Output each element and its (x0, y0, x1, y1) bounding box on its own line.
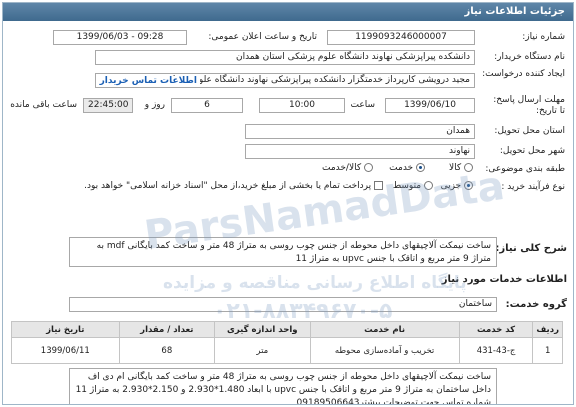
category-option-goods[interactable]: کالا (449, 163, 473, 173)
col-name: نام خدمت (309, 321, 460, 338)
table-row: 1 ج-43-431 تخریب و آماده‌سازی محوطه متر … (11, 337, 563, 364)
requester-label: ایجاد کننده درخواست: (482, 69, 565, 79)
col-unit: واحد اندازه گیری (214, 321, 311, 338)
col-qty: تعداد / مقدار (118, 321, 216, 338)
cell-qty: 68 (118, 337, 216, 364)
province-label: استان محل تحویل: (494, 126, 565, 136)
category-label: طبقه بندی موضوعی: (485, 164, 565, 174)
deadline-time-field: 10:00 (259, 98, 345, 113)
radio-service[interactable] (416, 163, 425, 172)
requester-name: مجید درویشی کارپرداز خدمتگزار دانشکده پی… (163, 75, 470, 85)
radio-goods-service[interactable] (364, 163, 373, 172)
watermark-tagline: پایگاه اطلاع رسانی مناقصه و مزایده (163, 273, 467, 293)
services-table: ردیف کد خدمت نام خدمت واحد اندازه گیری ت… (11, 321, 563, 364)
announce-date-field: 1399/06/03 - 09:28 (53, 30, 187, 45)
announce-date-label: تاریخ و ساعت اعلان عمومی: (208, 32, 317, 42)
table-header-row: ردیف کد خدمت نام خدمت واحد اندازه گیری ت… (11, 321, 563, 338)
remaining-time-field: 22:45:00 (83, 98, 133, 113)
cell-unit: متر (214, 337, 311, 364)
category-both-label: کالا/خدمت (321, 163, 362, 173)
deadline-time-label: ساعت (350, 100, 376, 110)
need-number-field: 1199093246000007 (327, 30, 475, 45)
remaining-time-label: ساعت باقی مانده (10, 100, 77, 110)
buyer-org-label: نام دستگاه خریدار: (494, 52, 565, 62)
payment-note: پرداخت تمام یا بخشی از مبلغ خرید،از محل … (84, 181, 372, 191)
col-code: کد خدمت (458, 321, 534, 338)
service-group-field: ساختمان (69, 297, 497, 312)
deadline-label: مهلت ارسال پاسخ: (493, 95, 565, 105)
buyer-org-field: دانشکده پیراپزشکی نهاوند دانشگاه علوم پز… (95, 50, 475, 65)
deadline-date-field: 1399/06/10 (385, 98, 475, 113)
category-option-service[interactable]: خدمت (389, 163, 425, 173)
summary-label: شرح کلی نیاز: (495, 243, 567, 254)
purchase-medium-label: متوسط (392, 181, 422, 191)
cell-name: تخریب و آماده‌سازی محوطه (309, 337, 460, 364)
province-field: همدان (245, 124, 475, 139)
cell-index: 1 (532, 337, 563, 364)
col-index: ردیف (532, 321, 563, 338)
service-description-box: ساخت نیمکت آلاچیقهای داخل محوطه از جنس چ… (69, 368, 497, 404)
days-remaining-field: 6 (171, 98, 243, 113)
category-option-both[interactable]: کالا/خدمت (322, 163, 373, 173)
need-details-panel: جزئیات اطلاعات نیاز شماره نیاز: 11990932… (2, 2, 574, 405)
payment-checkbox[interactable] (374, 181, 383, 190)
purchase-option-minor[interactable]: جزیی (441, 181, 473, 191)
radio-goods[interactable] (464, 163, 473, 172)
buyer-contact-link[interactable]: اطلاعات تماس خریدار (96, 76, 200, 86)
panel-header: جزئیات اطلاعات نیاز (3, 3, 573, 21)
category-goods-label: کالا (448, 163, 462, 173)
days-label: روز و (144, 100, 165, 110)
cell-date: 1399/06/11 (11, 337, 120, 364)
cell-code: ج-43-431 (458, 337, 534, 364)
radio-medium[interactable] (424, 181, 433, 190)
summary-box: ساخت نیمکت آلاچیقهای داخل محوطه از جنس چ… (69, 237, 497, 267)
purchase-minor-label: جزیی (440, 181, 462, 191)
service-group-label: گروه خدمت: (505, 299, 567, 310)
col-date: تاریخ نیاز (11, 321, 120, 338)
need-number-label: شماره نیاز: (522, 32, 565, 42)
category-service-label: خدمت (389, 163, 414, 173)
deadline-sub-label: تا تاریخ: (535, 106, 565, 116)
purchase-type-label: نوع فرآیند خرید : (501, 182, 565, 192)
payment-option[interactable]: پرداخت تمام یا بخشی از مبلغ خرید،از محل … (84, 181, 383, 191)
city-field: نهاوند (245, 144, 475, 159)
services-section-title: اطلاعات خدمات مورد نیاز (441, 274, 567, 285)
radio-minor[interactable] (464, 181, 473, 190)
purchase-option-medium[interactable]: متوسط (393, 181, 433, 191)
city-label: شهر محل تحویل: (499, 146, 565, 156)
